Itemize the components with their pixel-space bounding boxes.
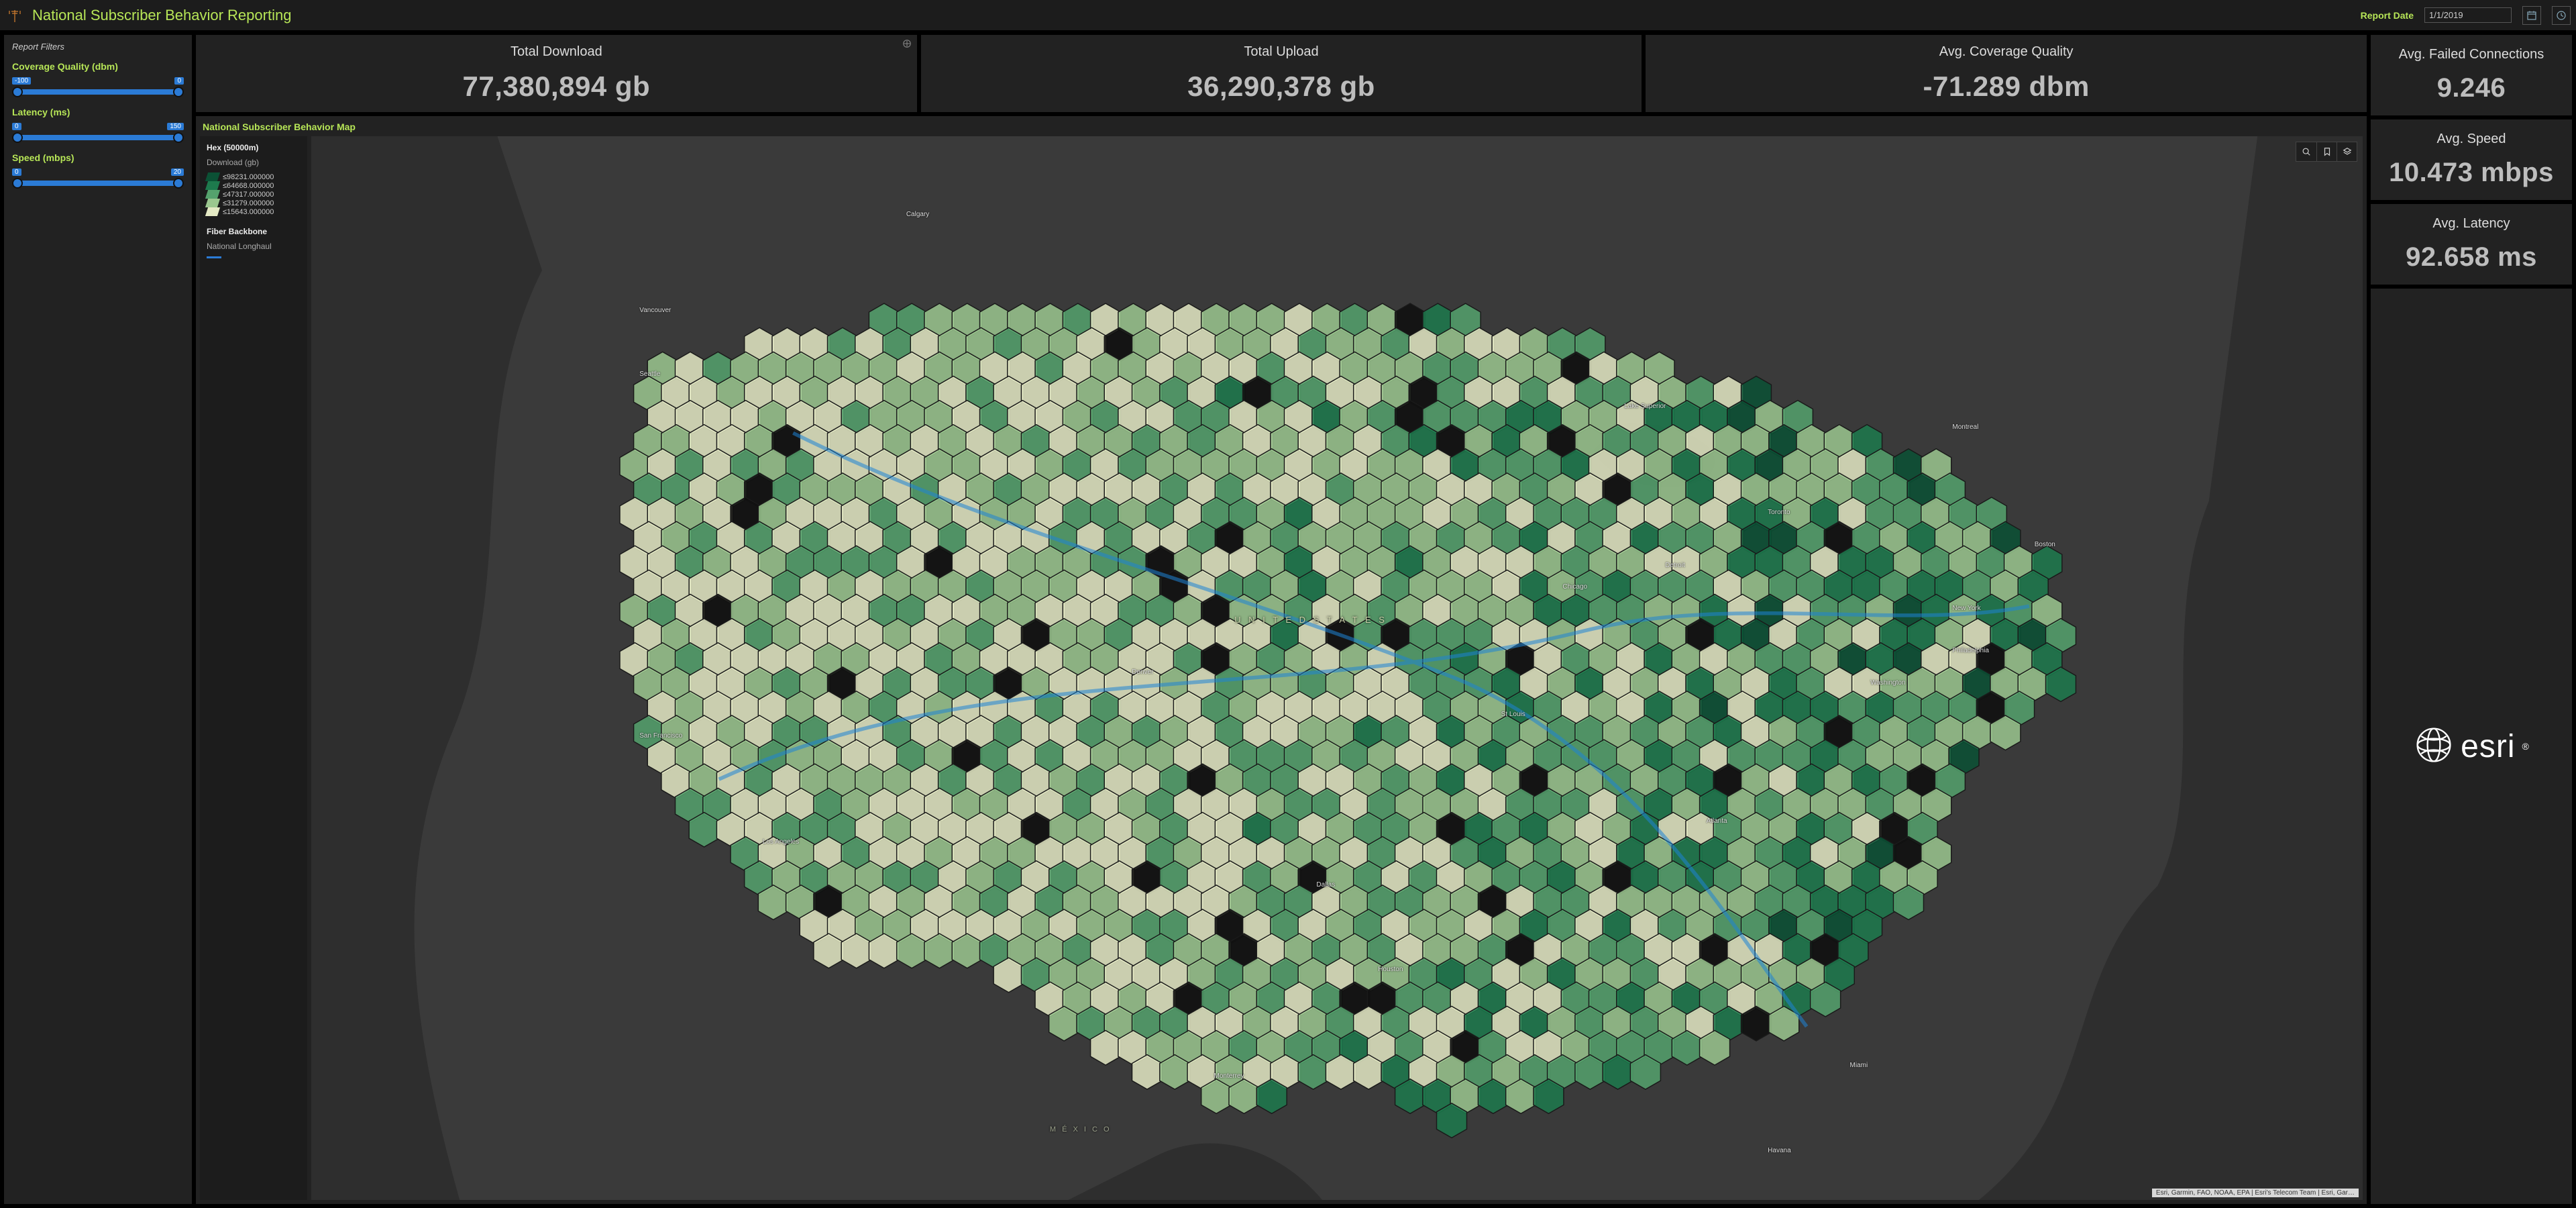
filter-latency-label: Latency (ms) [12, 107, 184, 117]
slider-handle-max[interactable] [173, 178, 184, 189]
legend-break-label: ≤64668.000000 [223, 182, 274, 190]
filter-coverage-label: Coverage Quality (dbm) [12, 61, 184, 72]
clock-icon[interactable] [2552, 6, 2571, 25]
kpi-total-upload: Total Upload 36,290,378 gb [921, 35, 1642, 112]
filter-speed-label: Speed (mbps) [12, 152, 184, 163]
kpi-value: 10.473 mbps [2389, 158, 2554, 188]
hex-bin-layer [311, 136, 2363, 1200]
kpi-avg-latency: Avg. Latency 92.658 ms [2371, 204, 2572, 285]
slider-max-value: 20 [171, 168, 184, 176]
legend-break-row: ≤31279.000000 [207, 199, 301, 207]
report-date-input[interactable] [2424, 7, 2512, 23]
map-legend: Hex (50000m) Download (gb) ≤98231.000000… [200, 136, 307, 1200]
slider-max-value: 150 [167, 123, 184, 130]
map-canvas[interactable]: CalgaryVancouverSeattleSan FranciscoLos … [311, 136, 2363, 1200]
slider-handle-min[interactable] [12, 87, 23, 97]
right-column: Avg. Failed Connections 9.246 Avg. Speed … [2371, 35, 2572, 1204]
filters-heading: Report Filters [12, 42, 184, 52]
filter-coverage-slider[interactable]: -100 0 [12, 77, 184, 100]
kpi-value: 36,290,378 gb [1187, 70, 1375, 103]
legend-break-row: ≤98231.000000 [207, 172, 301, 181]
legend-fiber-line-icon [207, 256, 221, 258]
kpi-title: Total Download [511, 44, 602, 60]
kpi-avg-failed-connections: Avg. Failed Connections 9.246 [2371, 35, 2572, 115]
slider-handle-max[interactable] [173, 87, 184, 97]
page-title: National Subscriber Behavior Reporting [32, 7, 291, 24]
expand-icon[interactable] [902, 39, 913, 50]
legend-break-label: ≤98231.000000 [223, 173, 274, 181]
slider-min-value: -100 [12, 77, 31, 85]
map-toolbar [2296, 142, 2357, 162]
brand-card: esri ® [2371, 289, 2572, 1204]
slider-handle-max[interactable] [173, 132, 184, 143]
slider-handle-min[interactable] [12, 178, 23, 189]
slider-handle-min[interactable] [12, 132, 23, 143]
legend-break-row: ≤47317.000000 [207, 190, 301, 199]
slider-min-value: 0 [12, 123, 21, 130]
kpi-title: Avg. Speed [2436, 132, 2506, 147]
kpi-value: 92.658 ms [2406, 242, 2537, 272]
legend-swatch-icon [205, 190, 220, 199]
kpi-title: Avg. Latency [2432, 216, 2510, 232]
slider-max-value: 0 [174, 77, 184, 85]
map-attribution: Esri, Garmin, FAO, NOAA, EPA | Esri's Te… [2152, 1189, 2359, 1197]
legend-swatch-icon [205, 199, 220, 207]
legend-break-label: ≤47317.000000 [223, 191, 274, 199]
kpi-value: -71.289 dbm [1923, 70, 2090, 103]
slider-min-value: 0 [12, 168, 21, 176]
report-date-label: Report Date [2361, 10, 2414, 21]
filter-speed-slider[interactable]: 0 20 [12, 168, 184, 191]
filter-latency-slider[interactable]: 0 150 [12, 123, 184, 146]
legend-swatch-icon [205, 207, 220, 216]
registered-icon: ® [2522, 741, 2529, 752]
bookmark-icon[interactable] [2316, 142, 2337, 161]
kpi-avg-coverage: Avg. Coverage Quality -71.289 dbm [1646, 35, 2367, 112]
legend-break-label: ≤15643.000000 [223, 208, 274, 216]
map-title: National Subscriber Behavior Map [196, 116, 2367, 136]
legend-break-row: ≤64668.000000 [207, 181, 301, 190]
search-icon[interactable] [2296, 142, 2316, 161]
filters-panel: Report Filters Coverage Quality (dbm) -1… [4, 35, 192, 1204]
kpi-avg-speed: Avg. Speed 10.473 mbps [2371, 119, 2572, 200]
legend-break-row: ≤15643.000000 [207, 207, 301, 216]
kpi-title: Avg. Coverage Quality [1939, 44, 2074, 60]
map-card: National Subscriber Behavior Map Hex (50… [196, 116, 2367, 1204]
esri-globe-icon [2414, 725, 2454, 768]
kpi-row-top: Total Download 77,380,894 gb Total Upload 3… [196, 35, 2367, 112]
layers-icon[interactable] [2337, 142, 2357, 161]
kpi-value: 9.246 [2437, 73, 2506, 103]
brand-name: esri [2461, 728, 2515, 765]
legend-layer-name: Hex (50000m) [207, 143, 301, 152]
legend-swatch-icon [205, 172, 220, 181]
legend-fiber-layer: National Longhaul [207, 242, 301, 251]
kpi-title: Total Upload [1244, 44, 1318, 60]
kpi-title: Avg. Failed Connections [2399, 47, 2544, 62]
legend-field-name: Download (gb) [207, 158, 301, 167]
kpi-value: 77,380,894 gb [462, 70, 650, 103]
calendar-icon[interactable] [2522, 6, 2541, 25]
legend-swatch-icon [205, 181, 220, 190]
app-header: National Subscriber Behavior Reporting R… [0, 0, 2576, 31]
kpi-total-download: Total Download 77,380,894 gb [196, 35, 917, 112]
legend-break-label: ≤31279.000000 [223, 199, 274, 207]
app-logo-icon [5, 6, 24, 25]
legend-fiber-title: Fiber Backbone [207, 227, 301, 236]
